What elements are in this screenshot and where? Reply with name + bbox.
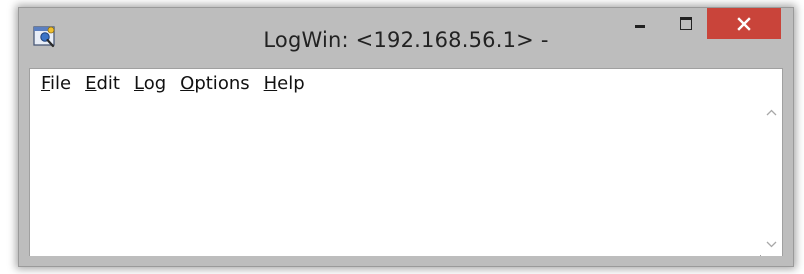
minimize-button[interactable] [623,8,657,39]
menu-bar: File Edit Log Options Help [30,69,782,99]
menu-log[interactable]: Log [127,72,173,96]
close-button[interactable] [707,8,781,39]
menu-help-label: elp [277,73,305,94]
vertical-scrollbar[interactable] [761,100,782,256]
menu-log-mnemonic: L [133,73,144,94]
menu-options-mnemonic: O [180,73,195,94]
menu-edit-mnemonic: E [85,73,97,94]
menu-help[interactable]: Help [257,72,312,96]
menu-options[interactable]: Options [173,72,256,96]
log-output-area[interactable] [30,100,760,256]
chevron-down-icon [766,241,777,247]
menu-log-label: og [143,73,167,94]
maximize-icon [680,17,692,30]
menu-file-label: ile [50,73,72,94]
menu-options-label: ptions [194,73,250,94]
scroll-up-button[interactable] [761,102,782,122]
menu-edit[interactable]: Edit [78,72,127,96]
chevron-up-icon [766,109,777,115]
menu-file-mnemonic: F [41,73,51,94]
minimize-icon [635,25,645,28]
title-bar[interactable]: LogWin: <192.168.56.1> - [19,8,793,68]
menu-edit-label: dit [96,73,120,94]
menu-help-mnemonic: H [263,73,278,94]
logwin-window: LogWin: <192.168.56.1> - File Edit Log O… [18,7,794,267]
scroll-down-button[interactable] [761,234,782,254]
maximize-button[interactable] [669,8,703,39]
menu-file[interactable]: File [34,72,78,96]
close-icon [737,16,751,31]
client-area: File Edit Log Options Help [29,68,783,256]
